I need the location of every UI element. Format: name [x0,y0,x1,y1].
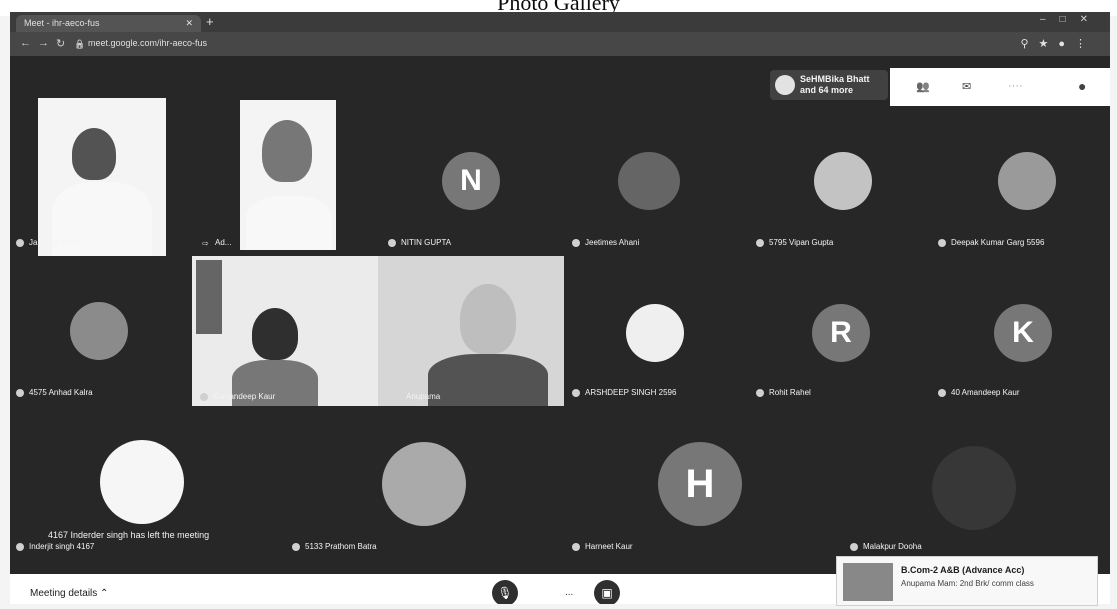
people-icon[interactable]: 👥 [916,80,930,93]
notification-line2: and 64 more [800,85,854,95]
url-field[interactable]: meet.google.com/ihr-aeco-fus [88,38,207,48]
participant-name: Kumandeep Kaur [200,392,275,401]
participant-avatar-photo[interactable] [998,152,1056,210]
meeting-details-button[interactable]: Meeting details ⌃ [30,588,108,599]
participant-avatar-photo[interactable] [100,440,184,524]
presentation-subtitle: Anupama Mam: 2nd Brk/ comm class [901,579,1034,588]
camera-off-icon[interactable]: ▣ [594,580,620,604]
user-avatar [775,75,795,95]
participant-name: 5795 Vipan Gupta [756,238,833,247]
participant-name: 40 Amandeep Kaur [938,388,1020,397]
new-tab-icon[interactable]: + [206,14,214,29]
participant-avatar-photo[interactable] [382,442,466,526]
participant-name: NITIN GUPTA [388,238,451,247]
browser-tab-bar: Meet - ihr-aeco-fus ✕ + –□✕ [10,12,1110,32]
participant-name: Anupama [406,392,441,401]
participant-video-shared[interactable]: Kumandeep Kaur Anupama [192,256,564,406]
browser-tab[interactable]: Meet - ihr-aeco-fus ✕ [16,15,201,32]
extension-icons[interactable]: ⚲★●⋮ [1020,37,1096,50]
presentation-thumbnail [843,563,893,601]
participant-name: Deepak Kumar Garg 5596 [938,238,1044,247]
participant-avatar-photo[interactable] [626,304,684,362]
activities-icon[interactable]: ···· [1008,80,1023,92]
reload-icon[interactable]: ↻ [56,37,65,50]
presentation-popup[interactable]: B.Com-2 A&B (Advance Acc) Anupama Mam: 2… [836,556,1098,606]
participant-name: Rohit Rahel [756,388,811,397]
participant-avatar-r[interactable]: R [812,304,870,362]
participant-name: Jaspreet Kaur [16,238,79,247]
participant-name: 4575 Anhad Kalra [16,388,93,397]
chat-icon[interactable]: ✉ [962,80,971,93]
presentation-title: B.Com-2 A&B (Advance Acc) [901,565,1025,575]
participant-avatar-photo[interactable] [618,152,680,210]
close-tab-icon[interactable]: ✕ [185,15,193,32]
window-controls[interactable]: –□✕ [1040,14,1102,25]
mic-off-icon[interactable]: 🎙 [492,580,518,604]
participant-name: Malakpur Dooha [850,542,922,551]
participant-name: 5133 Prathom Batra [292,542,377,551]
participant-name: ⇨ Ad... [202,238,232,248]
participant-avatar-photo[interactable] [814,152,872,210]
screen-capture: Meet - ihr-aeco-fus ✕ + –□✕ ← → ↻ 🔒 meet.… [10,12,1110,604]
left-meeting-message: 4167 Inderder singh has left the meeting [48,530,210,540]
forward-icon[interactable]: → [38,37,49,49]
participant-avatar-n[interactable]: N [442,152,500,210]
meet-top-toolbar: 👥 ✉ ···· ● [890,68,1110,106]
address-bar: ← → ↻ 🔒 meet.google.com/ihr-aeco-fus ⚲★●… [10,32,1110,56]
participant-video-2[interactable] [240,100,336,250]
participant-avatar-logo[interactable] [932,446,1016,530]
participant-name: Jeetimes Ahani [572,238,639,247]
participant-avatar-h[interactable]: H [658,442,742,526]
participant-video-jaspreet[interactable] [38,98,166,256]
participants-notification[interactable]: SeHMBika Bhatt and 64 more [770,70,888,100]
back-icon[interactable]: ← [20,37,31,49]
participant-name: Harneet Kaur [572,542,633,551]
notification-line1: SeHMBika Bhatt [800,74,870,84]
participant-name: Inderjit singh 4167 [16,542,94,551]
participant-avatar-k[interactable]: K [994,304,1052,362]
account-avatar-icon[interactable]: ● [1078,78,1086,94]
lock-icon: 🔒 [74,39,86,49]
participant-name: ARSHDEEP SINGH 2596 [572,388,676,397]
more-options-icon[interactable]: ... [565,587,573,598]
participant-avatar-photo[interactable] [70,302,128,360]
